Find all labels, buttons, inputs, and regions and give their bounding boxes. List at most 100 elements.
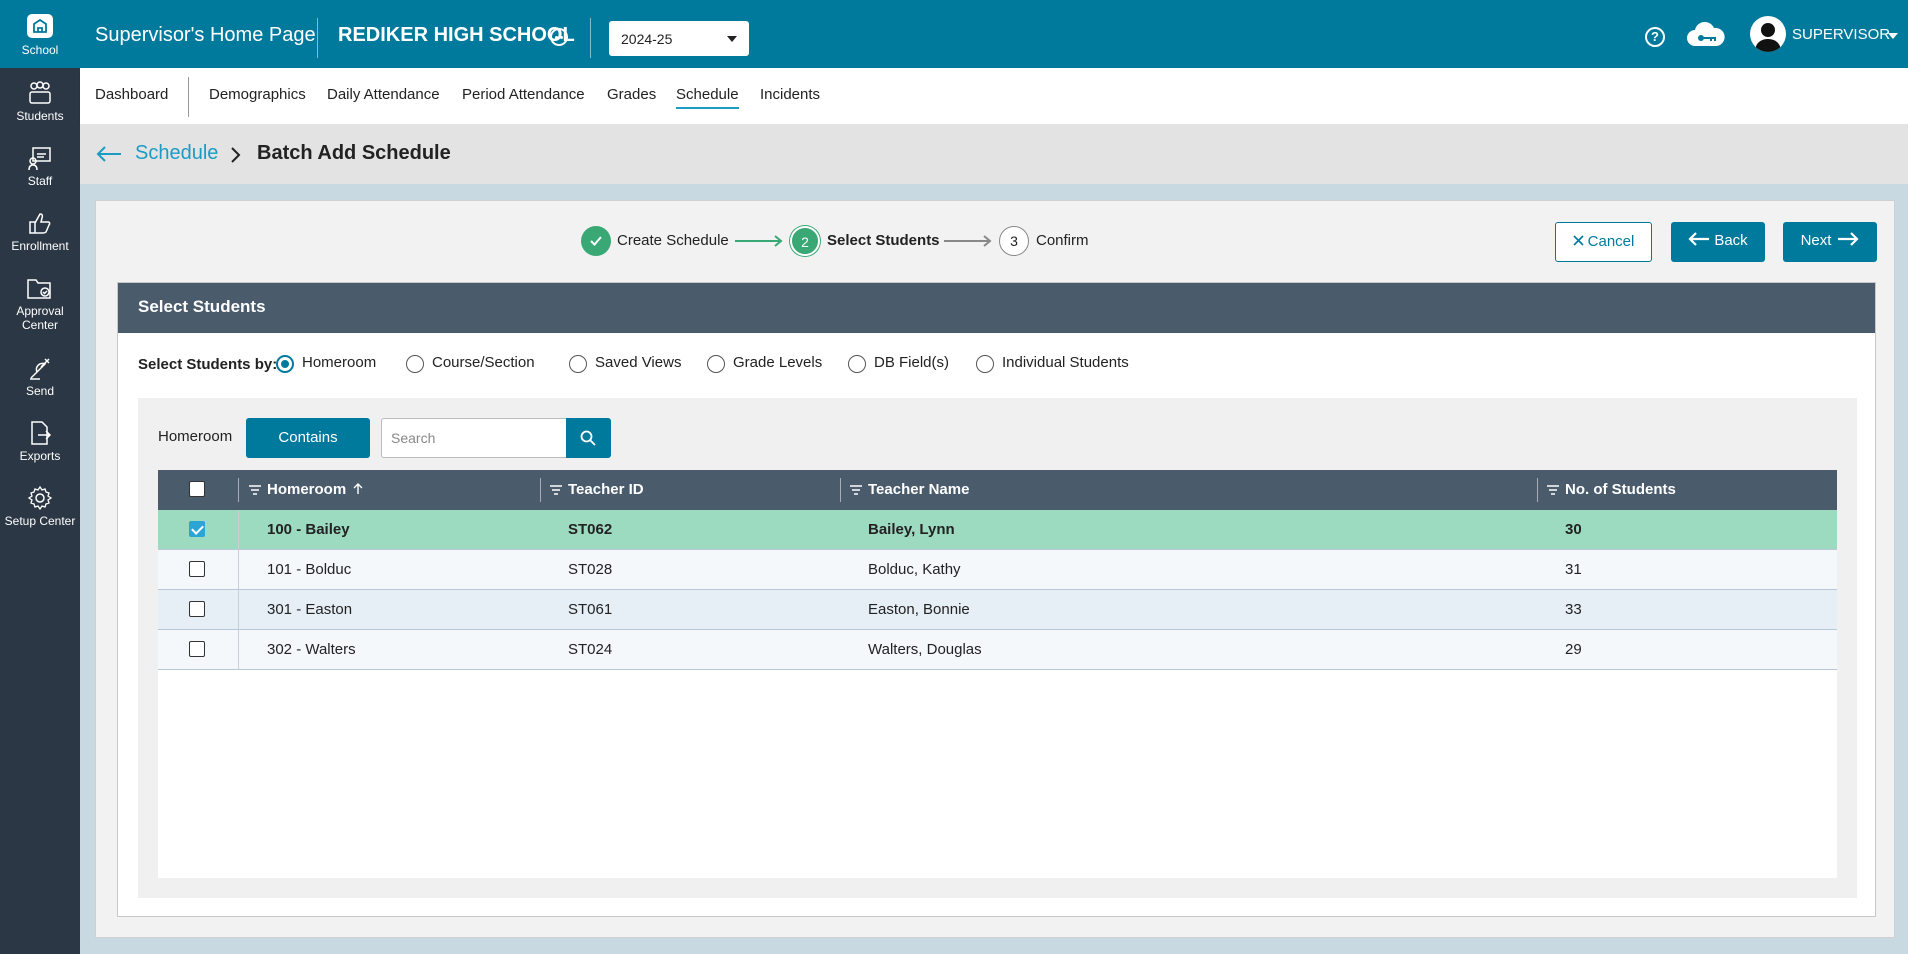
- students-icon: [29, 81, 51, 104]
- search-button[interactable]: [566, 418, 611, 458]
- avatar[interactable]: [1750, 16, 1786, 52]
- cancel-label: Cancel: [1587, 233, 1635, 250]
- tab-schedule[interactable]: Schedule: [676, 86, 739, 109]
- cloud-key-icon[interactable]: [1685, 22, 1727, 48]
- radio-label: Saved Views: [595, 354, 682, 371]
- staff-icon: [28, 147, 51, 171]
- rail-item-school[interactable]: School: [0, 0, 80, 68]
- contains-button[interactable]: Contains: [246, 418, 370, 458]
- tab-daily-attendance[interactable]: Daily Attendance: [327, 86, 440, 103]
- send-icon: [30, 358, 50, 380]
- rail-item-staff[interactable]: Staff: [0, 145, 80, 188]
- cell-teacher-name: Bailey, Lynn: [868, 521, 955, 538]
- exports-icon: [31, 421, 52, 445]
- tab-grades[interactable]: Grades: [607, 86, 656, 103]
- cell-teacher-id: ST028: [568, 561, 613, 578]
- back-arrow-icon[interactable]: [95, 144, 123, 164]
- filter-icon[interactable]: [249, 485, 261, 495]
- rail-label: School: [21, 43, 59, 57]
- column-header-teacher-id[interactable]: Teacher ID: [550, 481, 644, 498]
- cell-homeroom: 101 - Bolduc: [267, 561, 352, 578]
- school-icon: [27, 14, 53, 38]
- help-icon[interactable]: ?: [1645, 27, 1665, 47]
- more-options-icon[interactable]: [550, 28, 568, 46]
- close-icon: [1573, 235, 1584, 246]
- rail-item-enrollment[interactable]: Enrollment: [0, 210, 80, 253]
- column-header-teacher-name[interactable]: Teacher Name: [850, 481, 969, 498]
- breadcrumb: Schedule Batch Add Schedule: [80, 124, 1908, 184]
- column-header-homeroom[interactable]: Homeroom: [249, 481, 363, 498]
- select-all-checkbox[interactable]: [189, 481, 205, 497]
- radio-label: Course/Section: [432, 354, 535, 371]
- filter-icon[interactable]: [850, 485, 862, 495]
- main-nav: Dashboard Demographics Daily Attendance …: [80, 68, 1908, 124]
- tab-dashboard[interactable]: Dashboard: [95, 86, 168, 103]
- row-checkbox[interactable]: [189, 601, 205, 617]
- tab-period-attendance[interactable]: Period Attendance: [462, 86, 585, 103]
- user-icon: [1755, 23, 1781, 52]
- homeroom-table: Homeroom Teacher ID Teacher Name No. of …: [158, 470, 1837, 878]
- chevron-down-icon[interactable]: [1888, 33, 1898, 39]
- select-students-card: Select Students Select Students by: Home…: [117, 282, 1876, 917]
- cancel-button[interactable]: Cancel: [1555, 222, 1652, 262]
- next-button[interactable]: Next: [1783, 222, 1877, 262]
- school-name[interactable]: REDIKER HIGH SCHOOL: [338, 24, 575, 47]
- radio-label: Homeroom: [302, 354, 377, 371]
- radio-dot: [707, 355, 725, 373]
- cell-students: 31: [1565, 561, 1582, 578]
- rail-label: Enrollment: [11, 239, 69, 253]
- row-checkbox[interactable]: [189, 561, 205, 577]
- rail-item-students[interactable]: Students: [0, 80, 80, 123]
- school-year-select[interactable]: 2024-25: [609, 21, 749, 56]
- cell-homeroom: 301 - Easton: [267, 601, 353, 618]
- divider: [590, 18, 591, 58]
- cell-teacher-name: Walters, Douglas: [868, 641, 982, 658]
- radio-dot: [848, 355, 866, 373]
- chevron-down-icon: [727, 36, 737, 42]
- radio-label: DB Field(s): [874, 354, 950, 371]
- filter-icon[interactable]: [1547, 485, 1559, 495]
- filter-icon[interactable]: [550, 485, 562, 495]
- chevron-right-icon: [231, 147, 241, 163]
- arrow-right-icon: [1838, 232, 1859, 246]
- rail-item-approval-center[interactable]: Approval Center: [0, 275, 80, 332]
- radio-label: Individual Students: [1002, 354, 1129, 371]
- search-input[interactable]: [381, 418, 566, 458]
- divider: [188, 77, 189, 117]
- step-arrow-icon: [735, 235, 783, 247]
- table-row[interactable]: 100 - Bailey ST062 Bailey, Lynn 30: [158, 510, 1837, 550]
- back-button[interactable]: Back: [1671, 222, 1765, 262]
- rail-label: Send: [25, 384, 55, 398]
- radio-dot: [406, 355, 424, 373]
- school-year-value: 2024-25: [621, 31, 673, 47]
- column-divider: [238, 630, 239, 670]
- cell-students: 29: [1565, 641, 1582, 658]
- cell-teacher-id: ST061: [568, 601, 613, 618]
- user-menu[interactable]: SUPERVISOR: [1792, 26, 1890, 43]
- search-icon: [580, 430, 596, 446]
- cell-homeroom: 100 - Bailey: [267, 521, 350, 538]
- app-title[interactable]: Supervisor's Home Page: [95, 24, 316, 47]
- table-row[interactable]: 302 - Walters ST024 Walters, Douglas 29: [158, 630, 1837, 670]
- rail-item-send[interactable]: Send: [0, 355, 80, 398]
- table-row[interactable]: 101 - Bolduc ST028 Bolduc, Kathy 31: [158, 550, 1837, 590]
- cell-homeroom: 302 - Walters: [267, 641, 356, 658]
- rail-item-setup-center[interactable]: Setup Center: [0, 485, 80, 528]
- rail-label: Staff: [27, 174, 53, 188]
- arrow-left-icon: [1688, 232, 1710, 246]
- content-panel: Create Schedule 2 Select Students 3 Conf…: [95, 200, 1895, 938]
- tab-incidents[interactable]: Incidents: [760, 86, 820, 103]
- cell-students: 30: [1565, 521, 1582, 538]
- table-row[interactable]: 301 - Easton ST061 Easton, Bonnie 33: [158, 590, 1837, 630]
- breadcrumb-schedule-link[interactable]: Schedule: [135, 142, 218, 165]
- cell-teacher-name: Easton, Bonnie: [868, 601, 970, 618]
- enrollment-icon: [29, 213, 51, 234]
- cell-teacher-id: ST024: [568, 641, 613, 658]
- row-checkbox[interactable]: [189, 641, 205, 657]
- column-divider: [238, 590, 239, 630]
- row-checkbox[interactable]: [189, 521, 205, 537]
- divider: [317, 18, 318, 58]
- tab-demographics[interactable]: Demographics: [209, 86, 306, 103]
- column-header-no-of-students[interactable]: No. of Students: [1547, 481, 1676, 498]
- rail-item-exports[interactable]: Exports: [0, 420, 80, 463]
